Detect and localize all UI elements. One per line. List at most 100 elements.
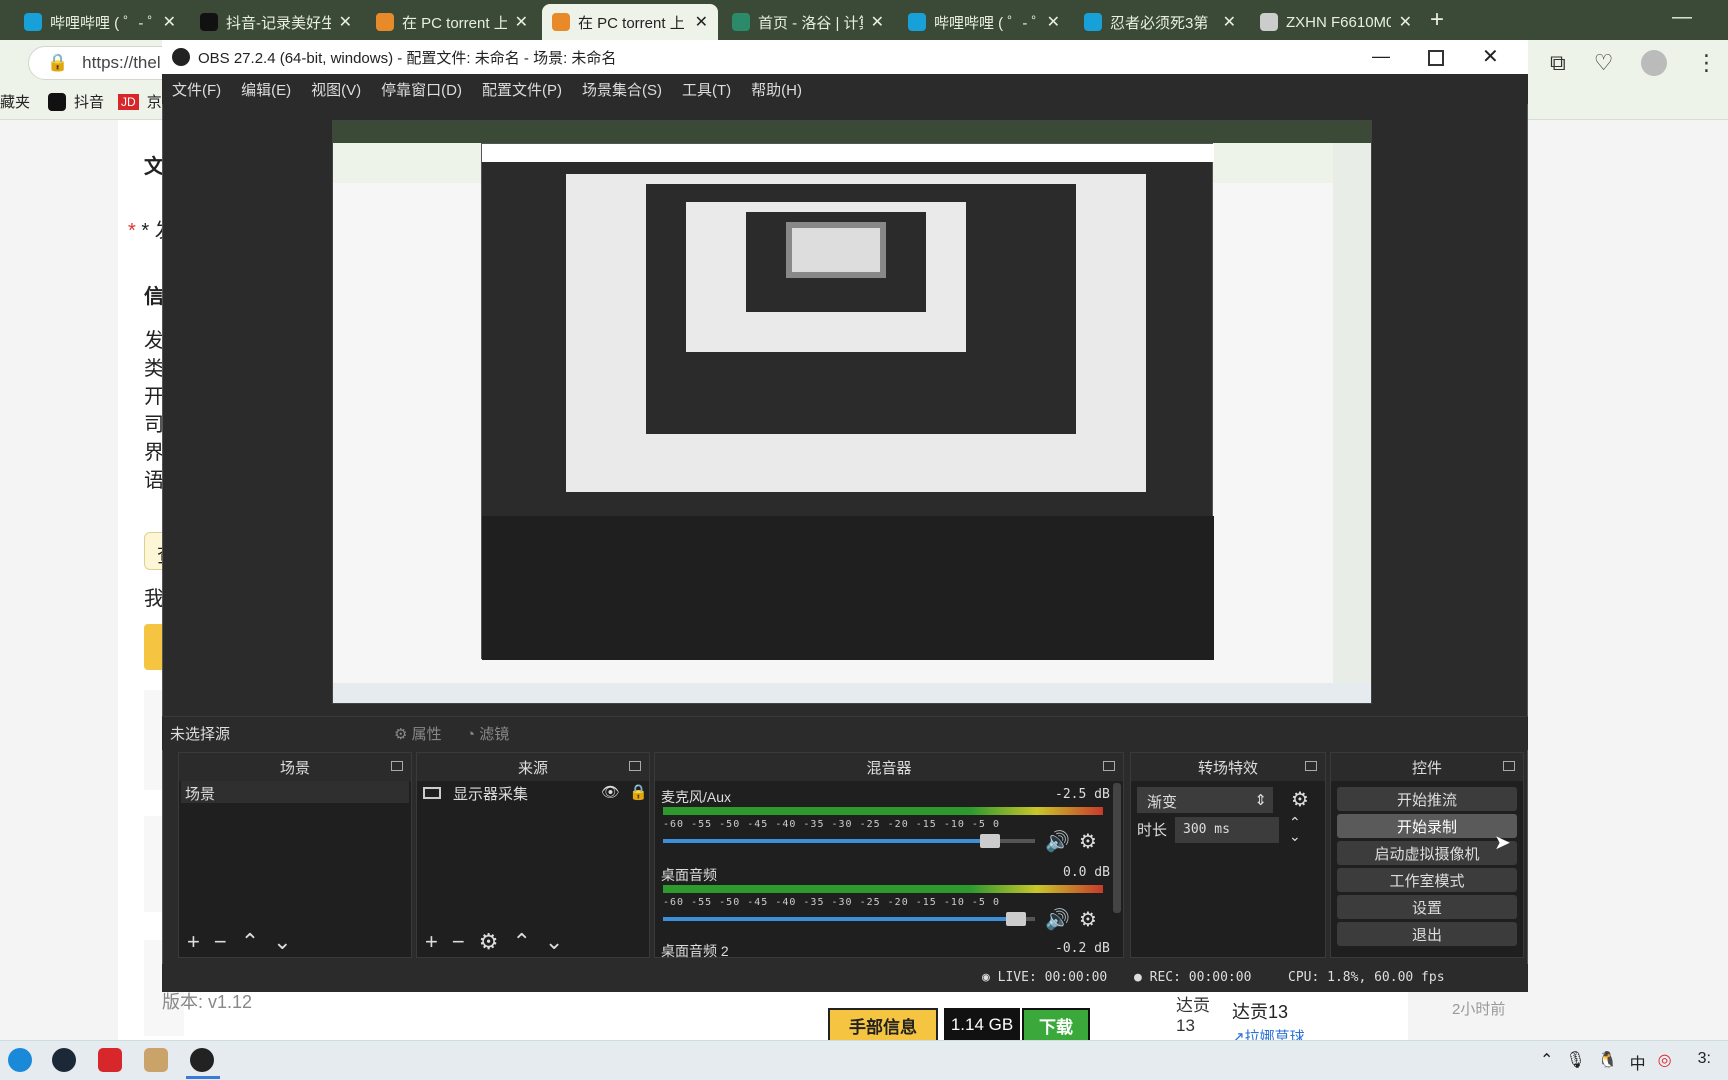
douyin-icon	[48, 92, 67, 111]
extensions-icon[interactable]: ♡	[1594, 50, 1614, 76]
lock-icon[interactable]: 🔒	[629, 783, 648, 801]
clock[interactable]: 3:	[1698, 1050, 1711, 1074]
close-icon[interactable]: ✕	[1482, 44, 1499, 69]
torrent-icon	[376, 13, 394, 31]
popout-icon[interactable]	[1305, 761, 1317, 771]
app-tray-icon[interactable]: ◎	[1658, 1050, 1672, 1074]
menu-view[interactable]: 视图(V)	[311, 79, 361, 100]
transition-select[interactable]: 渐变 ⇕	[1137, 787, 1273, 813]
microphone-icon[interactable]: 🎙	[1565, 1050, 1585, 1074]
hand-info-button[interactable]: 手部信息	[828, 1008, 938, 1042]
nested-preview-3	[786, 222, 886, 278]
gear-icon[interactable]: ⚙	[1079, 829, 1097, 854]
scrollbar[interactable]	[1113, 783, 1121, 913]
speaker-icon[interactable]: 🔊	[1045, 907, 1070, 932]
settings-button[interactable]: 设置	[1337, 895, 1517, 919]
close-icon[interactable]: ✕	[163, 12, 176, 32]
gear-icon[interactable]: ⚙	[1079, 907, 1097, 932]
studio-mode-button[interactable]: 工作室模式	[1337, 868, 1517, 892]
move-down-icon[interactable]: ⌄	[273, 929, 291, 955]
menu-file[interactable]: 文件(F)	[172, 79, 221, 100]
minimize-icon[interactable]: —	[1372, 46, 1390, 67]
remove-icon[interactable]: −	[452, 929, 465, 955]
collections-icon[interactable]: ⧉	[1550, 50, 1566, 76]
browser-tab[interactable]: 忍者必须死3第 ✕	[1074, 4, 1246, 40]
move-down-icon[interactable]: ⌄	[545, 929, 563, 955]
speaker-icon[interactable]: 🔊	[1045, 829, 1070, 854]
browser-tab[interactable]: 在 PC torrent 上 ✕	[366, 4, 538, 40]
source-item[interactable]: 显示器采集 👁 🔒	[419, 781, 648, 805]
add-icon[interactable]: +	[187, 929, 200, 955]
menu-profile[interactable]: 配置文件(P)	[482, 79, 562, 100]
volume-slider[interactable]	[663, 912, 1035, 926]
scene-item[interactable]: 场景	[181, 781, 409, 803]
bookmark-jd[interactable]: 京	[147, 91, 162, 112]
meter-scale: -60 -55 -50 -45 -40 -35 -30 -25 -20 -15 …	[663, 897, 1000, 908]
browser-tab[interactable]: 抖音-记录美好生 ✕	[190, 4, 362, 40]
browser-tab[interactable]: 哔哩哔哩 ( ゜- ゜ ✕	[898, 4, 1070, 40]
edge-icon[interactable]	[8, 1048, 32, 1072]
move-up-icon[interactable]: ⌃	[512, 929, 530, 955]
scenes-dock: 场景 场景 + − ⌃ ⌄	[178, 752, 412, 958]
qq-icon[interactable]: 🐧	[1598, 1050, 1618, 1074]
steam-icon[interactable]	[52, 1048, 76, 1072]
avatar: 达贡13	[1176, 996, 1210, 1035]
dock-header: 场景	[179, 753, 411, 781]
close-icon[interactable]: ✕	[1399, 12, 1412, 32]
obs-taskbar-icon[interactable]	[190, 1048, 214, 1072]
download-link-button[interactable]: 下载	[1022, 1008, 1090, 1042]
new-tab-icon[interactable]: +	[1430, 6, 1444, 34]
menu-help[interactable]: 帮助(H)	[751, 79, 802, 100]
avatar[interactable]	[1641, 50, 1668, 76]
menu-docks[interactable]: 停靠窗口(D)	[381, 79, 462, 100]
close-icon[interactable]: ✕	[339, 12, 352, 32]
game-icon[interactable]	[144, 1048, 168, 1072]
gear-icon[interactable]: ⚙	[479, 929, 499, 955]
dock-header: 混音器	[655, 753, 1123, 781]
start-virtual-camera-button[interactable]: 启动虚拟摄像机	[1337, 841, 1517, 865]
netease-music-icon[interactable]	[98, 1048, 122, 1072]
start-streaming-button[interactable]: 开始推流	[1337, 787, 1517, 811]
filters-button[interactable]: ◔ 滤镜	[466, 723, 509, 744]
chevron-up-icon[interactable]: ⌃	[1540, 1050, 1553, 1074]
commenter-name[interactable]: 达贡13	[1232, 998, 1288, 1024]
ime-indicator[interactable]: 中	[1630, 1050, 1646, 1074]
browser-tab[interactable]: 首页 - 洛谷 | 计算 ✕	[722, 4, 894, 40]
popout-icon[interactable]	[1103, 761, 1115, 771]
move-up-icon[interactable]: ⌃	[241, 929, 259, 955]
remove-icon[interactable]: −	[214, 929, 227, 955]
duration-stepper[interactable]: ⌃ ⌄	[1289, 815, 1301, 843]
close-icon[interactable]: ✕	[1223, 12, 1236, 32]
browser-tab[interactable]: ZXHN F6610M0 ✕	[1250, 4, 1422, 40]
popout-icon[interactable]	[629, 761, 641, 771]
popout-icon[interactable]	[1503, 761, 1515, 771]
close-icon[interactable]: ✕	[1047, 12, 1060, 32]
duration-label: 时长	[1137, 822, 1168, 839]
browser-tab-active[interactable]: 在 PC torrent 上 ✕	[542, 4, 718, 40]
exit-button[interactable]: 退出	[1337, 922, 1517, 946]
obs-preview[interactable]	[332, 120, 1372, 704]
sources-dock: 来源 显示器采集 👁 🔒 + − ⚙ ⌃ ⌄	[416, 752, 650, 958]
menu-scene-collection[interactable]: 场景集合(S)	[582, 79, 662, 100]
volume-slider[interactable]	[663, 834, 1035, 848]
bookmark-douyin[interactable]: 抖音	[74, 91, 104, 112]
close-icon[interactable]: ✕	[695, 12, 708, 32]
more-icon[interactable]: ⋮	[1695, 50, 1717, 76]
popout-icon[interactable]	[391, 761, 403, 771]
close-icon[interactable]: ✕	[871, 12, 884, 32]
eye-icon[interactable]: 👁	[601, 783, 620, 801]
browser-tab[interactable]: 哔哩哔哩 ( ゜- ゜ ✕	[14, 4, 186, 40]
duration-input[interactable]: 300 ms	[1175, 817, 1279, 843]
controls-dock: 控件 开始推流 开始录制 启动虚拟摄像机 工作室模式 设置 退出	[1330, 752, 1524, 958]
bookmark-favorites[interactable]: 藏夹	[0, 91, 30, 112]
menu-edit[interactable]: 编辑(E)	[241, 79, 291, 100]
menu-tools[interactable]: 工具(T)	[682, 79, 731, 100]
gear-icon[interactable]: ⚙	[1291, 787, 1309, 812]
minimize-icon[interactable]: —	[1672, 6, 1692, 29]
properties-button[interactable]: ⚙ 属性	[394, 723, 442, 744]
start-recording-button[interactable]: 开始录制	[1337, 814, 1517, 838]
add-icon[interactable]: +	[425, 929, 438, 955]
live-status: ◉ LIVE: 00:00:00	[982, 970, 1108, 985]
close-icon[interactable]: ✕	[515, 12, 528, 32]
maximize-icon[interactable]	[1428, 50, 1444, 66]
